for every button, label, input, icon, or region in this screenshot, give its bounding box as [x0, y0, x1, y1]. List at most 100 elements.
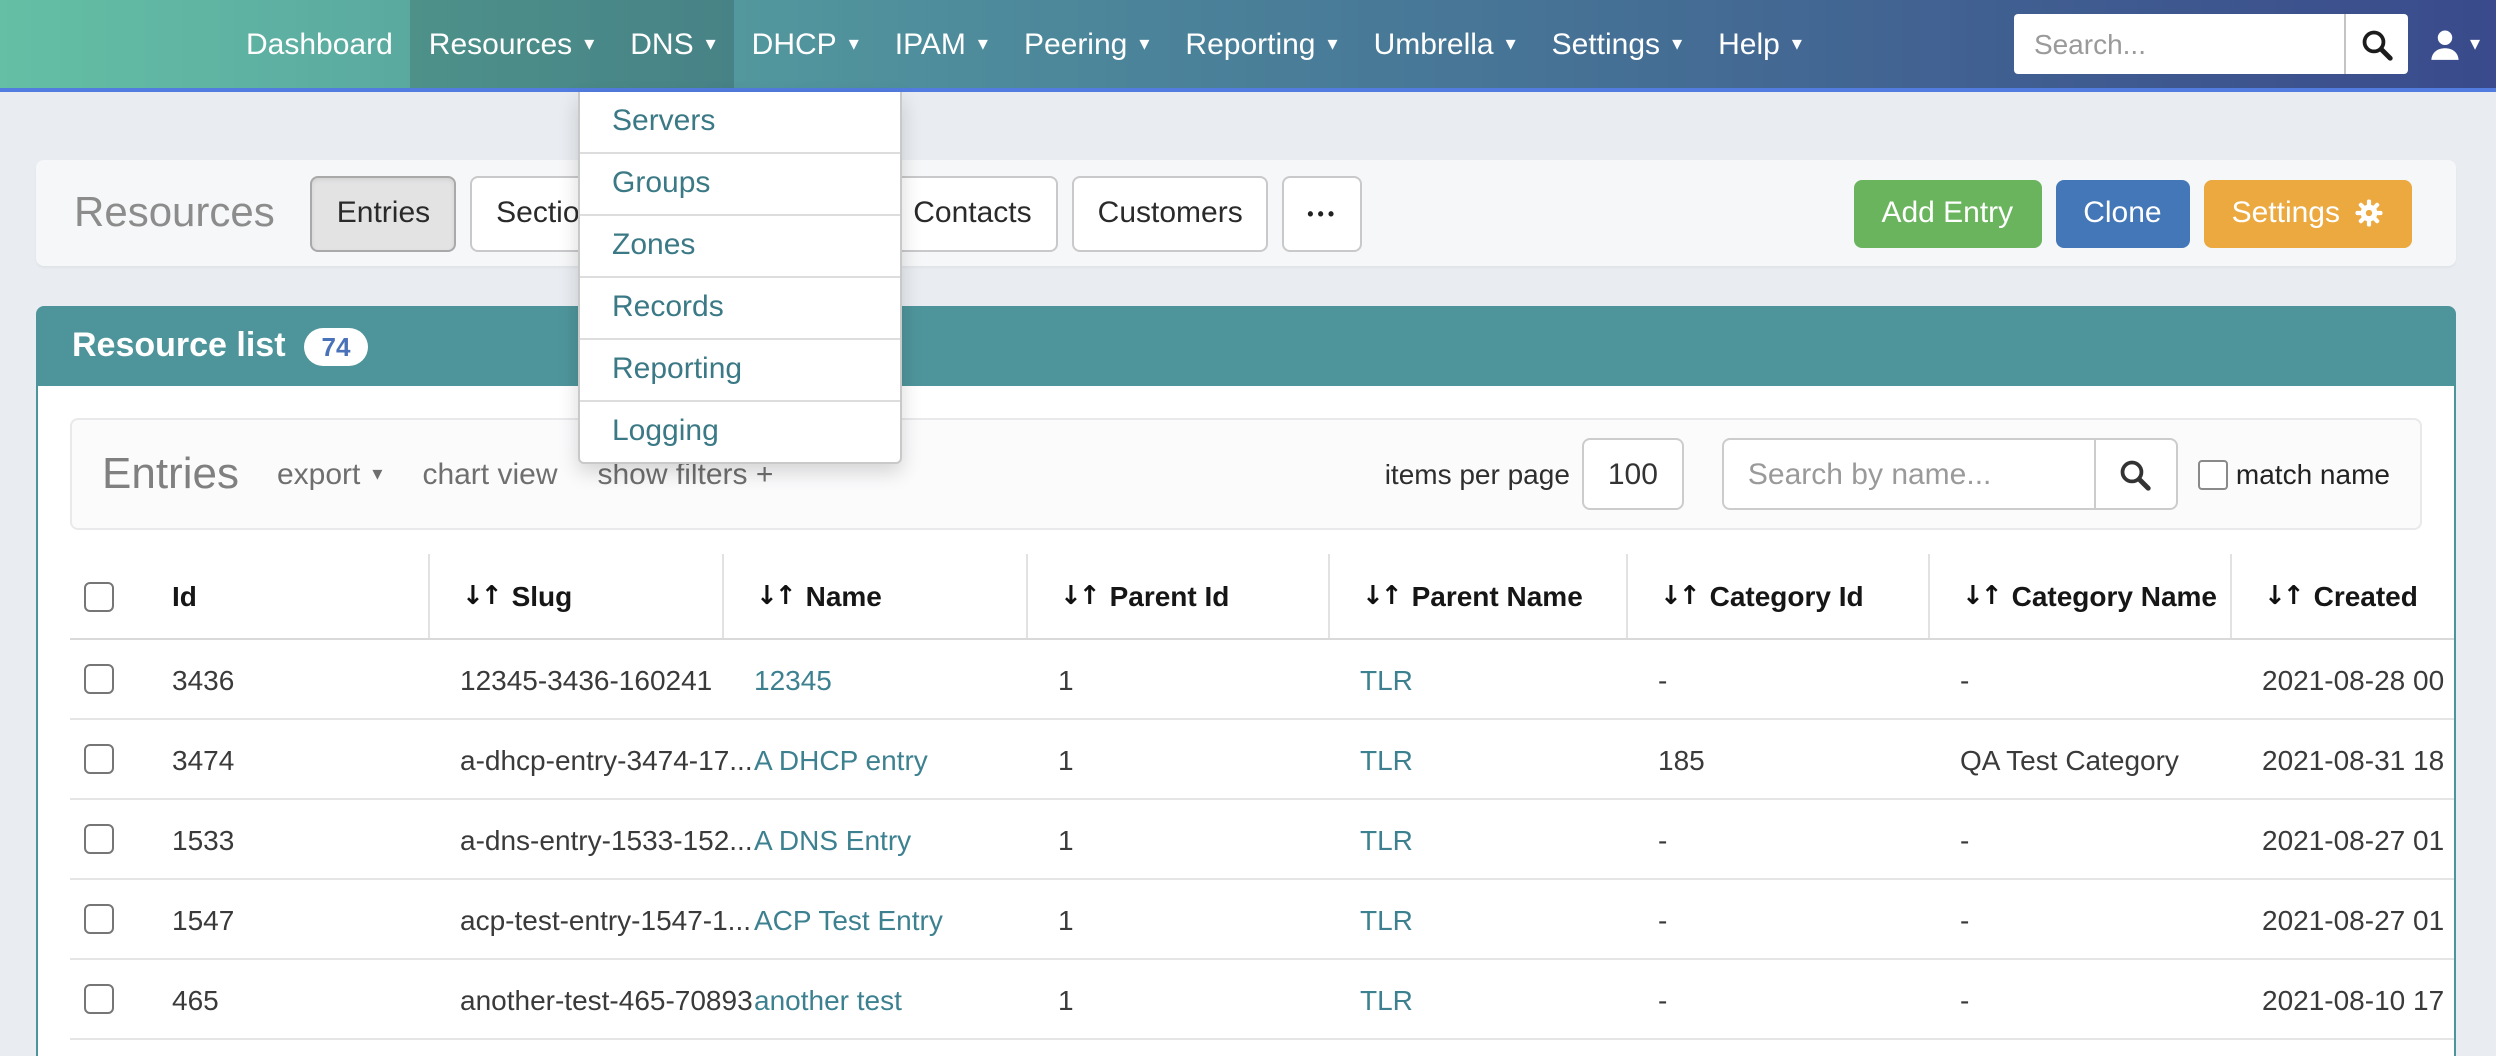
cell-value: 2021-08-27 01 — [2262, 903, 2444, 935]
table-row: 3474a-dhcp-entry-3474-17...A DHCP entry1… — [70, 720, 2456, 800]
column-header-created[interactable]: ↓↑Created — [2230, 554, 2456, 638]
nav-item-label: Settings — [1552, 27, 1660, 61]
column-header-parent_id[interactable]: ↓↑Parent Id — [1026, 554, 1328, 638]
page-title: Resources — [74, 189, 275, 237]
nav-item[interactable]: Reporting ▾ — [1167, 0, 1355, 88]
tab-label: Customers — [1098, 195, 1243, 229]
column-header-category_name[interactable]: ↓↑Category Name — [1928, 554, 2230, 638]
name-search-button[interactable] — [2096, 438, 2178, 510]
match-name-checkbox[interactable] — [2198, 459, 2228, 489]
name-search-input[interactable] — [1722, 438, 2096, 510]
resource-tab[interactable]: Contacts — [887, 175, 1057, 251]
cell-value: 2021-08-27 01 — [2262, 823, 2444, 855]
row-select-cell — [70, 720, 140, 798]
nav-item[interactable]: Settings ▾ — [1534, 0, 1700, 88]
column-header-parent_name[interactable]: ↓↑Parent Name — [1328, 554, 1626, 638]
nav-item-label: IPAM — [895, 27, 966, 61]
cell-category_name: - — [1928, 800, 2230, 878]
user-menu[interactable]: ▾ — [2428, 27, 2480, 61]
global-search-button[interactable] — [2344, 14, 2408, 74]
dns-menu-item[interactable]: Zones — [580, 214, 900, 276]
column-header-name[interactable]: ↓↑Name — [722, 554, 1026, 638]
sort-icon: ↓↑ — [2264, 581, 2302, 611]
parent_name-link[interactable]: TLR — [1360, 903, 1413, 935]
app-viewport: Dashboard Resources ▾ DNS ▾ DHCP ▾ — [0, 0, 2496, 1056]
nav-item-label: DHCP — [752, 27, 837, 61]
resource-tab[interactable]: Customers — [1072, 175, 1269, 251]
cell-value: - — [1960, 663, 1969, 695]
row-select-cell — [70, 800, 140, 878]
cell-value: 1533 — [172, 823, 234, 855]
select-all-checkbox[interactable] — [84, 581, 114, 611]
table-row: 343612345-3436-160241123451TLR--2021-08-… — [70, 640, 2456, 720]
cell-parent_id: 1 — [1026, 880, 1328, 958]
cell-value: QA Test Category — [1960, 743, 2179, 775]
parent_name-link[interactable]: TLR — [1360, 983, 1413, 1015]
panel-link[interactable]: chart view — [422, 457, 557, 491]
cell-id: 465 — [140, 960, 428, 1038]
entries-heading: Entries — [102, 448, 239, 500]
dns-menu-item[interactable]: Records — [580, 276, 900, 338]
row-checkbox[interactable] — [84, 664, 114, 694]
cell-slug: acp-test-entry-1547-1... — [428, 880, 722, 958]
dns-menu-item[interactable]: Logging — [580, 400, 900, 462]
items-per-page-label: items per page — [1385, 458, 1570, 490]
action-button-label: Add Entry — [1881, 196, 2013, 230]
table-row: 465another-test-465-70893another test1TL… — [70, 960, 2456, 1040]
row-checkbox[interactable] — [84, 984, 114, 1014]
column-header-category_id[interactable]: ↓↑Category Id — [1626, 554, 1928, 638]
cell-slug: a-dhcp-entry-3474-17... — [428, 720, 722, 798]
nav-item[interactable]: Dashboard — [228, 0, 411, 88]
parent_name-link[interactable]: TLR — [1360, 743, 1413, 775]
nav-item[interactable]: DHCP ▾ — [734, 0, 877, 88]
cell-category_id: - — [1626, 800, 1928, 878]
name-link[interactable]: 12345 — [754, 663, 832, 695]
nav-item[interactable]: Peering ▾ — [1006, 0, 1167, 88]
nav-item[interactable]: Resources ▾ — [411, 0, 612, 88]
name-link[interactable]: ACP Test Entry — [754, 903, 943, 935]
name-link[interactable]: another test — [754, 983, 902, 1015]
row-checkbox[interactable] — [84, 744, 114, 774]
nav-item-label: DNS — [630, 27, 693, 61]
action-button[interactable]: Clone — [2055, 179, 2189, 247]
global-search-input[interactable] — [2014, 14, 2344, 74]
chevron-down-icon: ▾ — [1792, 35, 1802, 55]
cell-value: 12345-3436-160241 — [460, 663, 712, 695]
action-button[interactable]: Add Entry — [1853, 179, 2041, 247]
chevron-down-icon: ▾ — [584, 35, 594, 55]
resource-tab[interactable]: Entries — [311, 175, 456, 251]
dns-menu-item[interactable]: Servers — [580, 92, 900, 152]
main-content: Resources Entries Sections Contacts — [0, 160, 2496, 1056]
nav-item[interactable]: IPAM ▾ — [877, 0, 1006, 88]
name-link[interactable]: A DNS Entry — [754, 823, 911, 855]
cell-value: 1 — [1058, 983, 1074, 1015]
cell-slug: 12345-3436-160241 — [428, 640, 722, 718]
cell-category_name: - — [1928, 640, 2230, 718]
parent_name-link[interactable]: TLR — [1360, 823, 1413, 855]
action-button[interactable]: Settings — [2204, 179, 2412, 247]
nav-item[interactable]: Help ▾ — [1700, 0, 1820, 88]
dns-menu-item[interactable]: Reporting — [580, 338, 900, 400]
name-link[interactable]: A DHCP entry — [754, 743, 928, 775]
parent_name-link[interactable]: TLR — [1360, 663, 1413, 695]
resource-list-body: Entries export ▾ chart view — [36, 386, 2456, 1056]
table-header-row: Id↓↑Slug↓↑Name↓↑Parent Id↓↑Parent Name↓↑… — [70, 554, 2456, 640]
resource-tab[interactable]: ••• — [1283, 175, 1363, 251]
cell-category_id: - — [1626, 880, 1928, 958]
dns-menu-item[interactable]: Groups — [580, 152, 900, 214]
panel-link[interactable]: export ▾ — [277, 457, 382, 491]
row-checkbox[interactable] — [84, 824, 114, 854]
name-search-group — [1722, 438, 2178, 510]
row-checkbox[interactable] — [84, 904, 114, 934]
column-label: Name — [806, 580, 882, 612]
cell-id: 1533 — [140, 800, 428, 878]
column-header-slug[interactable]: ↓↑Slug — [428, 554, 722, 638]
nav-item[interactable]: Umbrella ▾ — [1356, 0, 1534, 88]
nav-item[interactable]: DNS ▾ — [612, 0, 733, 88]
column-label: Parent Name — [1412, 580, 1583, 612]
cell-slug: a-dns-entry-1533-152... — [428, 800, 722, 878]
chevron-down-icon: ▾ — [1328, 35, 1338, 55]
cell-category_name: - — [1928, 960, 2230, 1038]
items-per-page-input[interactable] — [1582, 438, 1684, 510]
navbar-right: ▾ — [2014, 0, 2496, 88]
